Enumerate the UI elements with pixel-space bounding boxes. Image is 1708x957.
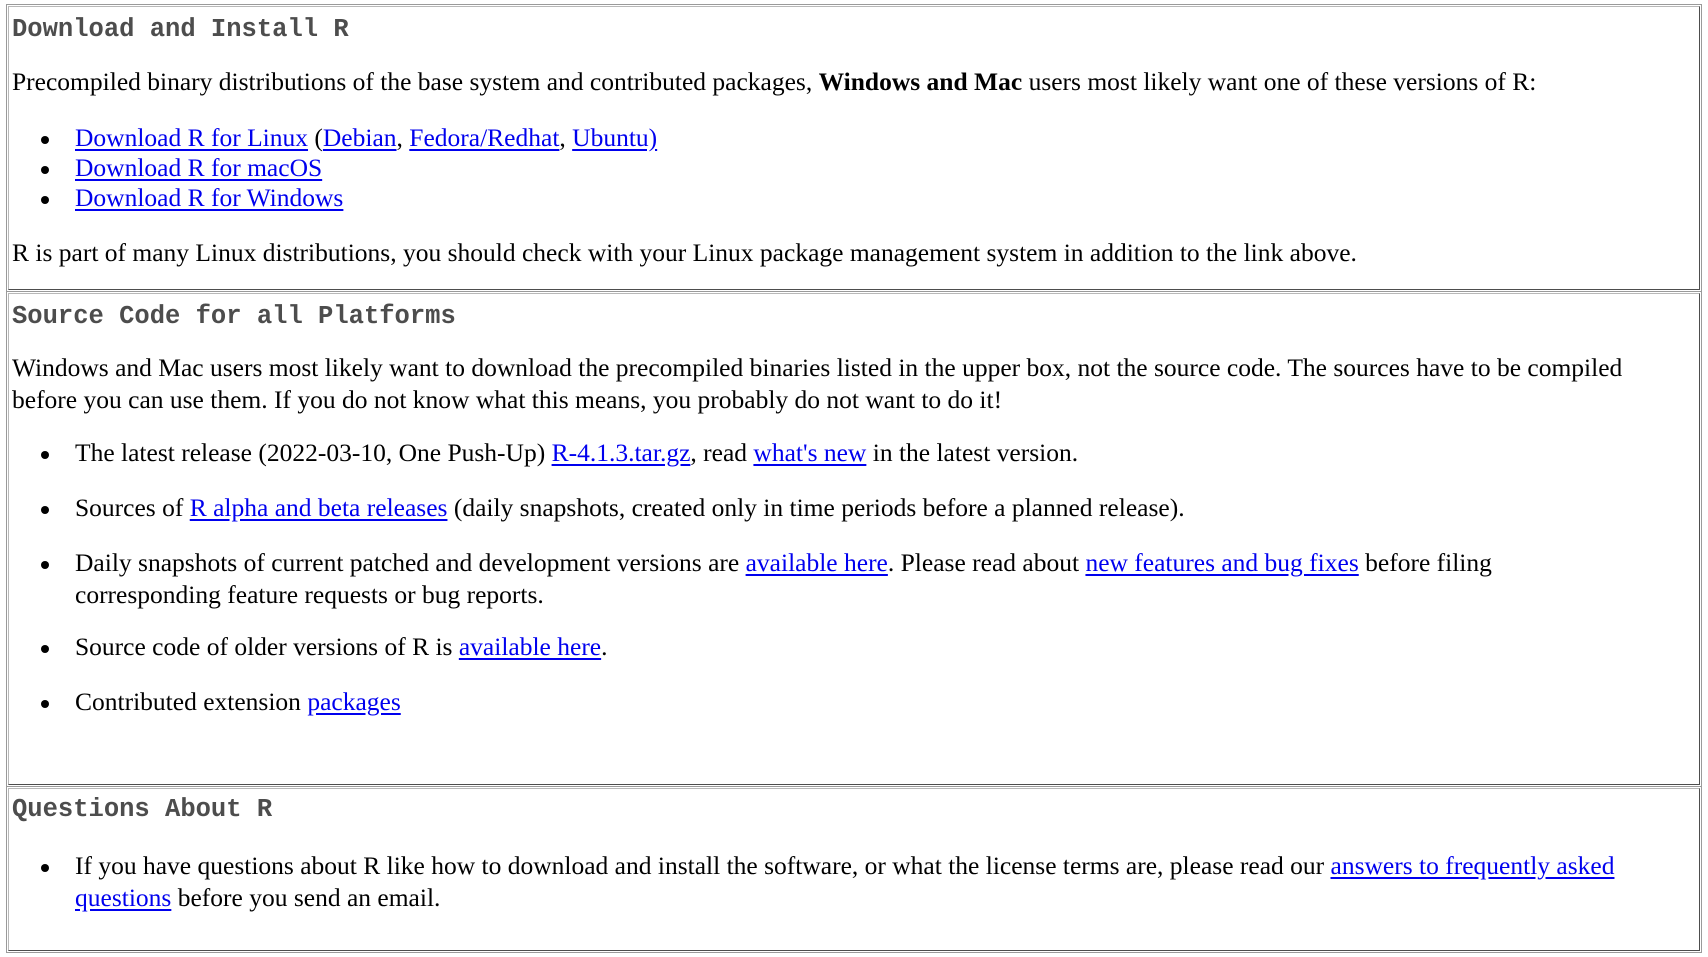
list-item-latest-release: The latest release (2022-03-10, One Push… <box>33 437 1078 469</box>
ubuntu-link[interactable]: Ubuntu) <box>572 123 657 152</box>
list-item-linux: Download R for Linux (Debian, Fedora/Red… <box>33 122 657 154</box>
new-features-bug-fixes-link[interactable]: new features and bug fixes <box>1085 548 1358 577</box>
comma: , <box>559 123 573 152</box>
daily-snapshots-available-link[interactable]: available here <box>746 548 888 577</box>
item-text: . Please read about <box>887 548 1086 577</box>
bullet <box>41 506 49 514</box>
comma: , <box>396 123 410 152</box>
download-linux-link[interactable]: Download R for Linux <box>75 123 308 152</box>
list-item-macos: Download R for macOS <box>33 152 322 184</box>
bullet <box>41 645 49 653</box>
item-text: Daily snapshots of current patched and d… <box>75 548 746 577</box>
bullet <box>41 166 49 174</box>
item-text: Sources of <box>75 493 190 522</box>
paren-open: ( <box>308 123 323 152</box>
download-intro-text-2: users most likely want one of these vers… <box>1022 67 1537 96</box>
bullet <box>41 561 49 569</box>
list-item-alpha-beta: Sources of R alpha and beta releases (da… <box>33 492 1185 524</box>
bullet <box>41 136 49 144</box>
r-tarball-link[interactable]: R-4.1.3.tar.gz <box>552 438 691 467</box>
bullet <box>41 451 49 459</box>
item-text: Contributed extension <box>75 687 308 716</box>
debian-link[interactable]: Debian <box>323 123 397 152</box>
fedora-redhat-link[interactable]: Fedora/Redhat <box>409 123 559 152</box>
source-code-box: Source Code for all Platforms Windows an… <box>6 291 1702 787</box>
list-item-older-versions: Source code of older versions of R is av… <box>33 631 608 663</box>
item-text: before you send an email. <box>171 883 441 912</box>
download-install-box: Download and Install R Precompiled binar… <box>6 4 1702 292</box>
download-macos-link[interactable]: Download R for macOS <box>75 153 322 182</box>
item-text: in the latest version. <box>866 438 1079 467</box>
download-intro-text-1: Precompiled binary distributions of the … <box>12 67 819 96</box>
packages-link[interactable]: packages <box>307 687 400 716</box>
list-item-packages: Contributed extension packages <box>33 686 401 718</box>
whats-new-link[interactable]: what's new <box>753 438 866 467</box>
questions-heading: Questions About R <box>12 795 273 824</box>
item-text: . <box>601 632 608 661</box>
alpha-beta-releases-link[interactable]: R alpha and beta releases <box>190 493 448 522</box>
download-install-heading: Download and Install R <box>12 15 349 44</box>
item-text: , read <box>690 438 754 467</box>
list-item-faq: If you have questions about R like how t… <box>33 850 1633 914</box>
item-text: If you have questions about R like how t… <box>75 851 1331 880</box>
download-windows-link[interactable]: Download R for Windows <box>75 183 343 212</box>
item-text: (daily snapshots, created only in time p… <box>447 493 1185 522</box>
download-intro-bold: Windows and Mac <box>818 67 1023 96</box>
list-item-windows: Download R for Windows <box>33 182 343 214</box>
older-versions-available-link[interactable]: available here <box>459 632 601 661</box>
questions-box: Questions About R If you have questions … <box>6 786 1702 953</box>
bullet <box>41 196 49 204</box>
list-item-daily-snapshots: Daily snapshots of current patched and d… <box>33 547 1633 611</box>
source-intro-text: Windows and Mac users most likely want t… <box>12 353 1623 414</box>
bullet <box>41 700 49 708</box>
item-text: The latest release (2022-03-10, One Push… <box>75 438 552 467</box>
download-footer-text: R is part of many Linux distributions, y… <box>12 238 1357 267</box>
source-code-heading: Source Code for all Platforms <box>12 302 456 331</box>
download-intro: Precompiled binary distributions of the … <box>12 66 1536 98</box>
bullet <box>41 864 49 872</box>
item-text: Source code of older versions of R is <box>75 632 459 661</box>
